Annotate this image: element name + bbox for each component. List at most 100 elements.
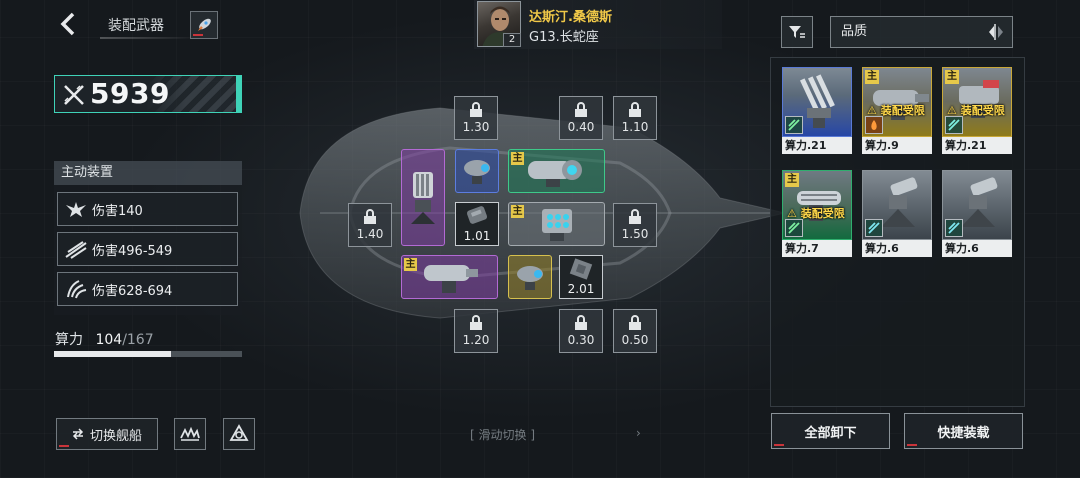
main-weapon-tag: 主 <box>511 205 524 218</box>
equipped-module-slot[interactable]: 2.01 <box>559 255 603 299</box>
locked-slot[interactable]: 1.20 <box>454 309 498 353</box>
cannon-turret-icon <box>517 266 543 290</box>
slot-value: 1.40 <box>356 227 384 241</box>
chevron-left-icon <box>60 12 75 36</box>
strike-icon <box>948 222 960 234</box>
missile-launcher-icon <box>541 209 572 241</box>
active-device-2[interactable]: 伤害496-549 <box>57 232 238 266</box>
crossed-swords-icon <box>62 83 86 111</box>
pilot-level-badge: 2 <box>503 33 521 47</box>
compute-bar-fill <box>54 351 172 357</box>
restricted-text: 装配受限 <box>880 104 925 117</box>
restricted-text: 装配受限 <box>960 104 1005 117</box>
weapon-slot-blue-cannon[interactable] <box>455 149 499 193</box>
cannon-turret-icon <box>464 160 490 184</box>
inventory-card[interactable]: 算力.6 <box>942 170 1012 258</box>
plate-module-icon <box>569 258 593 280</box>
active-devices-title: 主动装置 <box>54 161 242 185</box>
slot-value: 0.50 <box>621 333 649 347</box>
quick-equip-label: 快捷装载 <box>937 425 990 441</box>
weapon-slot-green-railgun[interactable]: 主 <box>508 149 605 193</box>
lock-icon <box>575 102 587 117</box>
armor-module-icon <box>466 206 488 224</box>
unequip-all-button[interactable]: 全部卸下 <box>771 413 890 449</box>
card-image: 主 ⚠ 装配受限 <box>782 170 852 240</box>
locked-slot[interactable]: 1.10 <box>613 96 657 140</box>
compute-total: /167 <box>122 332 154 348</box>
card-compute-label: 算力.9 <box>862 137 932 154</box>
card-type-chip <box>865 219 883 237</box>
active-device-label: 伤害496-549 <box>92 243 173 259</box>
switch-ship-button[interactable]: 切换舰船 <box>56 418 158 450</box>
main-weapon-tag: 主 <box>785 173 799 187</box>
combat-power-accent <box>236 75 241 113</box>
active-device-1[interactable]: 伤害140 <box>57 192 238 226</box>
slot-value: 1.30 <box>462 120 490 134</box>
weapon-slot-purple-cannon[interactable]: 主 <box>401 255 498 299</box>
card-type-chip <box>785 219 803 237</box>
back-button[interactable] <box>56 10 80 38</box>
lock-icon <box>470 315 482 330</box>
lock-icon <box>629 209 641 224</box>
strike-icon <box>868 222 880 234</box>
swipe-next-arrow[interactable]: › <box>636 426 641 440</box>
active-device-3[interactable]: 伤害628-694 <box>57 272 238 306</box>
compute-label: 算力 <box>55 332 83 348</box>
slot-value: 1.10 <box>621 120 649 134</box>
main-weapon-tag: 主 <box>865 70 879 84</box>
rocket-button[interactable] <box>190 11 218 39</box>
ship-name: G13.长蛇座 <box>529 30 599 45</box>
strike-icon <box>948 119 960 131</box>
slot-value: 1.01 <box>463 229 491 243</box>
slot-value: 2.01 <box>567 282 595 296</box>
compute-readout: 算力 104/167 <box>55 329 154 349</box>
sort-label: 品质 <box>841 24 868 39</box>
quick-equip-button[interactable]: 快捷装载 <box>904 413 1023 449</box>
card-type-chip <box>945 116 963 134</box>
card-type-chip <box>945 219 963 237</box>
inventory-card[interactable]: 算力.6 <box>862 170 932 258</box>
filter-button[interactable] <box>781 16 813 48</box>
locked-slot[interactable]: 0.30 <box>559 309 603 353</box>
card-type-chip <box>865 116 883 134</box>
inventory-card[interactable]: 算力.21 <box>782 67 852 155</box>
triangle-emblem-icon <box>229 424 249 441</box>
alert-marker <box>774 444 784 446</box>
active-device-label: 伤害140 <box>92 203 143 219</box>
wave-crest-button[interactable] <box>174 418 206 450</box>
rocket-alert-marker <box>193 34 203 36</box>
weapon-slot-gatling[interactable] <box>401 149 445 246</box>
locked-slot[interactable]: 1.30 <box>454 96 498 140</box>
lock-icon <box>470 102 482 117</box>
card-compute-label: 算力.21 <box>782 137 852 154</box>
locked-slot[interactable]: 1.40 <box>348 203 392 247</box>
card-image <box>782 67 852 137</box>
locked-slot[interactable]: 1.50 <box>613 203 657 247</box>
weapon-slot-gray-launcher[interactable]: 主 <box>508 202 605 246</box>
inventory-card[interactable]: 主 ⚠ 装配受限 算力.21 <box>942 67 1012 155</box>
unequip-all-label: 全部卸下 <box>804 425 857 441</box>
card-compute-label: 算力.6 <box>942 240 1012 257</box>
gatling-turret-icon <box>411 171 435 224</box>
equipped-module-slot[interactable]: 1.01 <box>455 202 499 246</box>
main-weapon-tag: 主 <box>511 152 524 165</box>
weapon-slot-gold-cannon[interactable] <box>508 255 552 299</box>
locked-slot[interactable]: 0.50 <box>613 309 657 353</box>
page-title: 装配武器 <box>108 18 164 34</box>
quality-sort-select[interactable]: 品质 <box>830 16 1013 48</box>
inventory-card[interactable]: 主 ⚠ 装配受限 算力.7 <box>782 170 852 258</box>
strike-icon <box>788 119 800 131</box>
locked-slot[interactable]: 0.40 <box>559 96 603 140</box>
lock-icon <box>364 209 376 224</box>
card-compute-label: 算力.21 <box>942 137 1012 154</box>
lock-icon <box>575 315 587 330</box>
swipe-bracket-right: ] <box>526 428 536 442</box>
combat-power-value: 5939 <box>90 77 170 110</box>
title-underline <box>100 37 194 39</box>
triangle-emblem-button[interactable] <box>223 418 255 450</box>
swipe-label: 滑动切换 <box>478 428 527 442</box>
sort-toggle-icon <box>989 24 1003 40</box>
inventory-card[interactable]: 主 ⚠ 装配受限 算力.9 <box>862 67 932 155</box>
claw-icon <box>64 277 88 301</box>
pilot-name: 达斯汀.桑德斯 <box>529 10 612 25</box>
